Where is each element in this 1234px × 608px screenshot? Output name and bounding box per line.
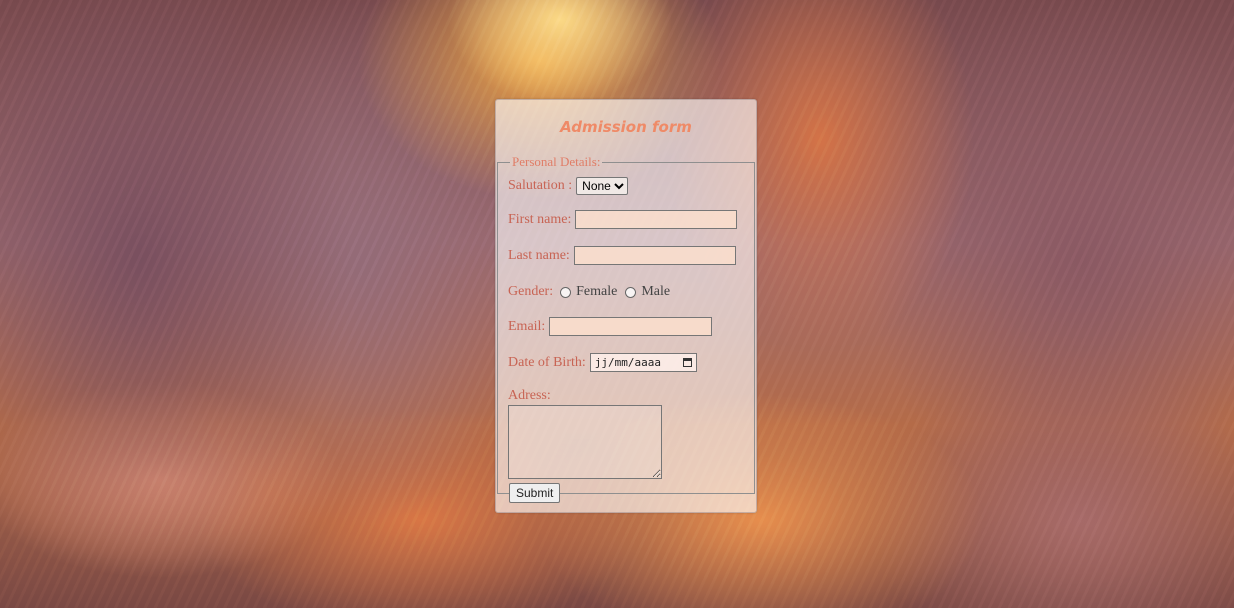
email-input[interactable] <box>549 317 713 336</box>
submit-button[interactable]: Submit <box>509 483 561 503</box>
dob-placeholder: jj/mm/aaaa <box>594 356 661 369</box>
personal-details-legend: Personal Details: <box>512 154 601 169</box>
last-name-input[interactable] <box>573 246 736 265</box>
first-name-row: First name: <box>508 210 738 229</box>
gender-female-radio[interactable] <box>560 286 572 298</box>
calendar-icon[interactable] <box>682 358 692 367</box>
email-row: Email: <box>508 317 713 336</box>
salutation-row: Salutation : None <box>508 177 629 195</box>
address-label: Adress: <box>508 388 551 403</box>
last-name-row: Last name: <box>508 246 736 265</box>
gender-row: Gender: Female Male <box>508 284 670 300</box>
form-title: Admission form <box>560 118 692 136</box>
gender-female-label: Female <box>576 284 618 299</box>
address-row: Adress: <box>508 388 555 404</box>
admission-form-panel: Admission form Personal Details: Salutat… <box>495 99 757 513</box>
dob-row: Date of Birth: jj/mm/aaaa <box>508 353 697 372</box>
salutation-label: Salutation : <box>508 178 573 193</box>
last-name-label: Last name: <box>508 247 570 263</box>
gender-male-radio[interactable] <box>625 286 637 298</box>
gender-male-label: Male <box>641 284 671 299</box>
dob-label: Date of Birth: <box>508 354 586 370</box>
email-label: Email: <box>508 318 546 334</box>
first-name-input[interactable] <box>575 210 738 229</box>
dob-input[interactable]: jj/mm/aaaa <box>589 353 697 372</box>
address-textarea[interactable] <box>508 405 662 479</box>
first-name-label: First name: <box>508 211 572 227</box>
gender-label: Gender: <box>508 284 554 299</box>
salutation-select[interactable]: None <box>576 177 629 195</box>
